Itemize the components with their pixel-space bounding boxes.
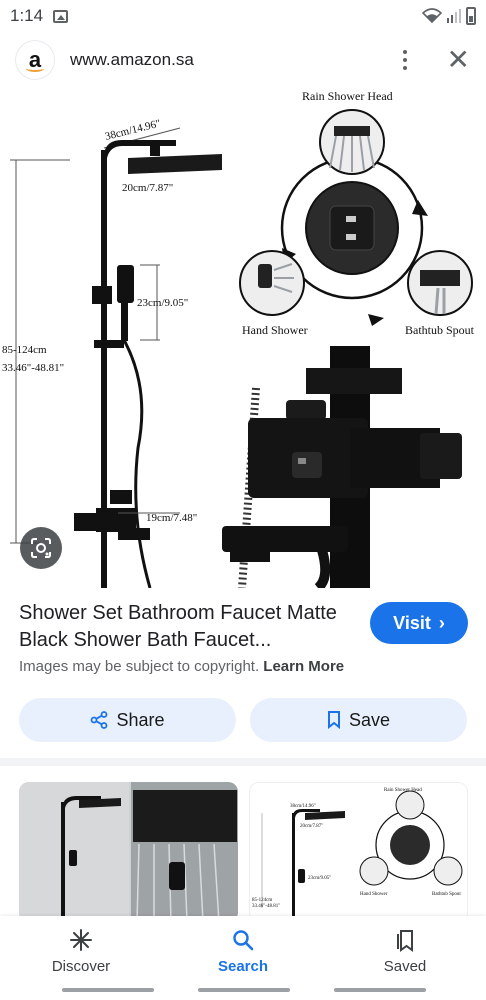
chevron-right-icon: › xyxy=(438,612,445,633)
wifi-icon xyxy=(422,8,442,24)
asterisk-icon xyxy=(70,929,92,951)
related-image-1[interactable] xyxy=(19,782,238,922)
nav-discover-label: Discover xyxy=(51,958,111,975)
rain-shower-label: Rain Shower Head xyxy=(302,89,393,103)
hand-shower-label: Hand Shower xyxy=(242,323,308,337)
related-image-2[interactable]: 85-124cm 33.46"-48.81" 38cm/14.96" 20cm/… xyxy=(249,782,468,922)
top-width-label: 38cm/14.96" xyxy=(104,118,162,143)
thumb2-head-width-label: 20cm/7.87" xyxy=(300,824,323,829)
share-label: Share xyxy=(116,709,165,730)
browser-url-bar: a www.amazon.sa ✕ xyxy=(0,36,486,84)
thumb2-hand-shower-label: Hand Shower xyxy=(360,892,388,897)
search-icon xyxy=(233,930,254,951)
height-label: 85-124cm xyxy=(2,344,47,356)
status-bar: 1:14 xyxy=(0,0,486,32)
height-inch-label: 33.46"-48.81" xyxy=(2,362,64,374)
gesture-bar-left xyxy=(62,988,154,992)
status-icons xyxy=(422,7,476,25)
status-time: 1:14 xyxy=(10,6,44,25)
learn-more-link[interactable]: Learn More xyxy=(263,658,344,675)
result-title[interactable]: Shower Set Bathroom Faucet Matte Black S… xyxy=(19,600,349,654)
gesture-bar-center xyxy=(198,988,290,992)
thumb2-height-inch-label: 33.46"-48.81" xyxy=(252,904,280,909)
lens-icon xyxy=(31,538,51,558)
product-image[interactable]: 85-124cm 33.46"-48.81" 38cm/14.96" 20cm/… xyxy=(0,88,486,588)
gesture-bar-right xyxy=(334,988,426,992)
nav-search-label: Search xyxy=(217,958,269,975)
bathtub-spout-label: Bathtub Spout xyxy=(405,323,475,337)
save-button[interactable]: Save xyxy=(250,698,467,742)
bookmarks-icon xyxy=(397,930,413,952)
mixer-closeup xyxy=(222,346,486,588)
thumb2-handheld-label: 23cm/9.05" xyxy=(308,876,331,881)
visit-button[interactable]: Visit › xyxy=(370,602,468,644)
more-options-icon[interactable] xyxy=(393,48,417,72)
close-icon[interactable]: ✕ xyxy=(447,46,470,74)
save-label: Save xyxy=(348,709,391,730)
shower-diagram: 85-124cm 33.46"-48.81" 38cm/14.96" 20cm/… xyxy=(2,118,222,588)
thumb2-height-label: 85-124cm xyxy=(252,898,272,903)
handheld-height-label: 23cm/9.05" xyxy=(137,297,188,309)
google-lens-button[interactable] xyxy=(20,527,62,569)
signal-icon xyxy=(447,9,461,23)
copyright-notice: Images may be subject to copyright. Lear… xyxy=(19,658,345,675)
section-divider xyxy=(0,758,486,766)
photo-notification-icon xyxy=(53,9,69,23)
amazon-logo-icon[interactable]: a xyxy=(16,41,54,79)
visit-label: Visit xyxy=(393,612,431,633)
thumb2-top-width-label: 38cm/14.96" xyxy=(290,804,316,809)
feature-circles: Rain Shower Head Hand Shower Bathtub Spo… xyxy=(239,89,475,337)
site-url[interactable]: www.amazon.sa xyxy=(70,50,194,70)
head-width-label: 20cm/7.87" xyxy=(122,182,173,194)
spout-length-label: 19cm/7.48" xyxy=(146,512,197,524)
thumb2-bathtub-label: Bathtub Spout xyxy=(432,892,461,897)
nav-saved-label: Saved xyxy=(383,958,427,975)
battery-icon xyxy=(466,7,476,25)
share-button[interactable]: Share xyxy=(19,698,236,742)
share-icon xyxy=(91,711,108,729)
bookmark-icon xyxy=(327,711,340,729)
